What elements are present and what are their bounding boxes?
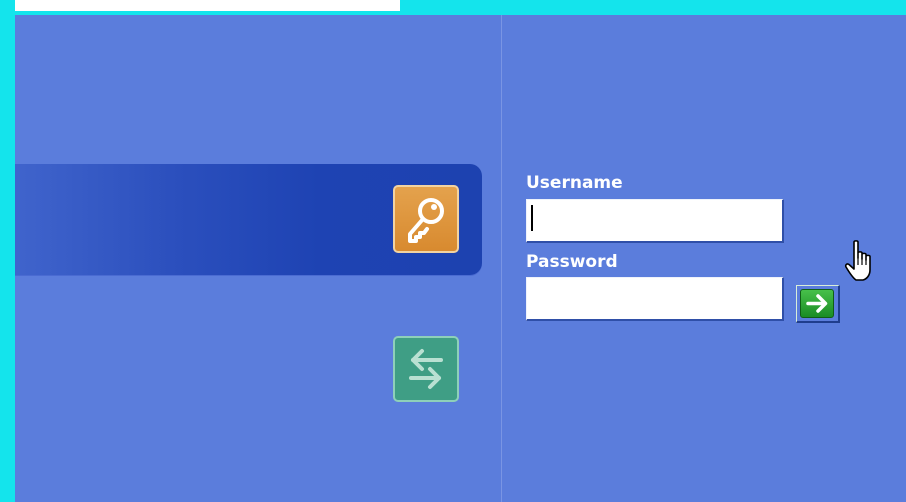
key-button[interactable] (393, 185, 459, 253)
login-submit-button[interactable] (796, 285, 840, 323)
switch-arrows-icon (409, 349, 443, 389)
window-frame-top (400, 0, 906, 15)
window-frame-left (0, 0, 15, 502)
username-label: Username (526, 173, 623, 193)
arrow-right-icon (806, 294, 828, 313)
password-input[interactable] (526, 277, 784, 321)
password-label: Password (526, 252, 618, 272)
switch-user-button[interactable] (393, 336, 459, 402)
screen: Username Password (0, 0, 906, 502)
text-caret (531, 205, 533, 231)
username-input[interactable] (526, 199, 784, 243)
window-top-strip (15, 0, 400, 11)
panel-divider (501, 15, 502, 502)
key-icon (408, 198, 444, 243)
